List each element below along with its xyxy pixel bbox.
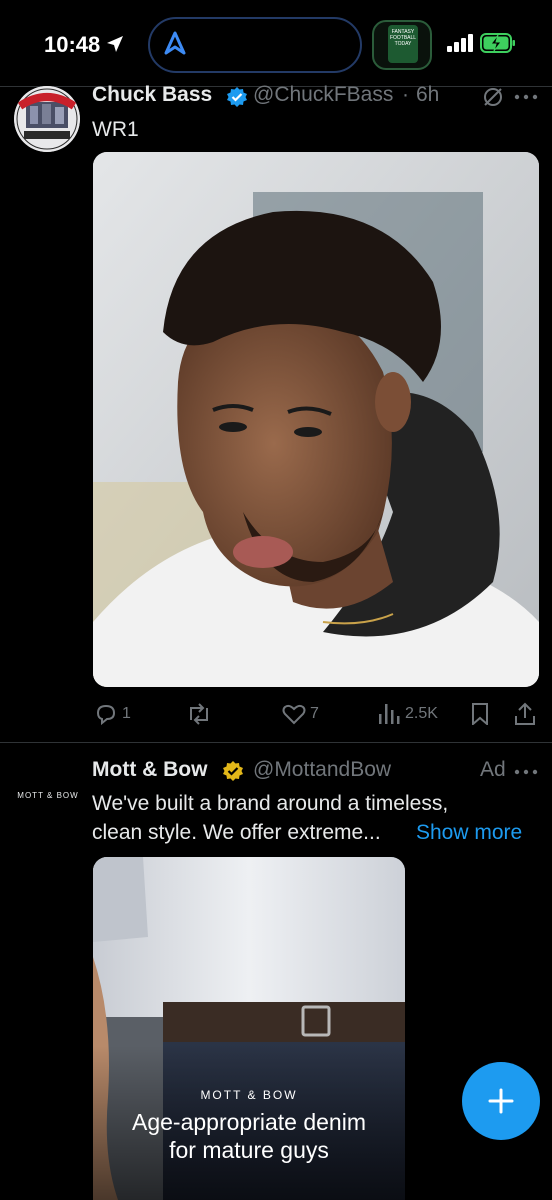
ad-caption-line1: Age-appropriate denim	[132, 1109, 366, 1135]
verified-gold-badge-icon	[223, 761, 243, 781]
location-arrow-icon	[107, 36, 123, 52]
tweet-text: WR1	[92, 118, 139, 141]
tweet-text-line2: clean style. We offer extreme...	[92, 821, 381, 844]
status-bar: 10:48 FANTASY FOOTBALL TODAY	[0, 0, 552, 86]
more-options-icon[interactable]	[514, 94, 538, 100]
timestamp[interactable]: 6h	[416, 83, 439, 107]
reply-count: 1	[122, 705, 131, 722]
ad-label: Ad	[480, 758, 506, 781]
show-more-link[interactable]: Show more	[416, 819, 522, 847]
avatar-logo-icon	[14, 86, 80, 152]
view-count: 2.5K	[405, 705, 438, 722]
podcast-artwork: FANTASY FOOTBALL TODAY	[388, 25, 418, 63]
ad-brand-mark: MOTT & BOW	[200, 1088, 298, 1102]
navigation-arrow-icon	[164, 31, 186, 55]
handle[interactable]: @MottandBow	[253, 758, 391, 782]
player-photo	[93, 152, 539, 687]
separator-dot: ·	[402, 83, 409, 106]
share-icon[interactable]	[514, 702, 536, 726]
cellular-signal-icon	[447, 34, 473, 52]
tweet-actions: 1 7 2.5K	[0, 700, 552, 730]
like-icon[interactable]	[282, 703, 306, 725]
bookmark-icon[interactable]	[471, 703, 489, 725]
ad-caption-line2: for mature guys	[169, 1137, 329, 1163]
avatar[interactable]: MOTT & BOW	[16, 791, 80, 800]
verified-badge-icon	[227, 87, 247, 107]
retweet-icon[interactable]	[186, 702, 212, 726]
status-time: 10:48	[44, 32, 101, 57]
display-name[interactable]: Chuck Bass	[92, 83, 212, 107]
reply-icon[interactable]	[94, 702, 118, 726]
avatar[interactable]	[14, 86, 80, 152]
grok-icon[interactable]	[482, 86, 504, 108]
compose-tweet-button[interactable]	[462, 1062, 540, 1140]
plus-icon	[488, 1088, 514, 1114]
battery-charging-icon	[480, 33, 515, 53]
like-count: 7	[310, 705, 319, 722]
tweet-text-line1: We've built a brand around a timeless,	[92, 792, 449, 815]
tweet-media-photo[interactable]	[93, 152, 539, 687]
handle[interactable]: @ChuckFBass	[253, 83, 393, 107]
more-options-icon[interactable]	[514, 769, 538, 775]
views-icon[interactable]	[378, 704, 400, 724]
ad-media-photo[interactable]: MOTT & BOW Age-appropriate denim for mat…	[93, 857, 405, 1200]
display-name[interactable]: Mott & Bow	[92, 758, 207, 782]
